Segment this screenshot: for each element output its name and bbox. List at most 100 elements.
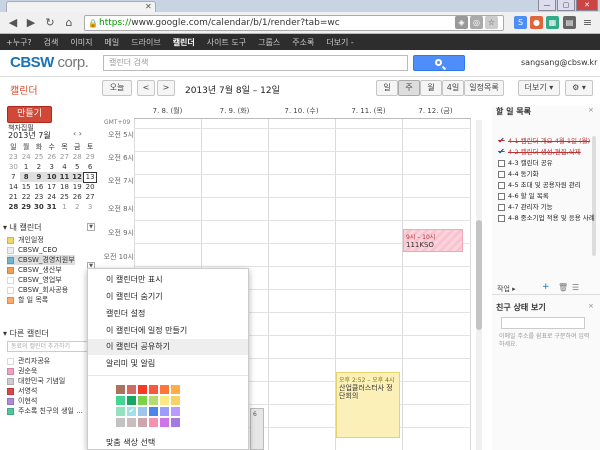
mini-day[interactable]: 9 xyxy=(32,172,46,182)
check-icon[interactable]: ✔ xyxy=(498,148,505,156)
address-bar[interactable]: 🔒 https://www.google.com/calendar/b/1/ren… xyxy=(84,15,504,31)
view-month[interactable]: 월 xyxy=(420,80,442,96)
mini-day[interactable]: 29 xyxy=(84,152,97,162)
color-swatch-option[interactable] xyxy=(138,385,147,394)
mini-day[interactable]: 8 xyxy=(19,172,33,182)
calendar-item[interactable]: 관리자공유 xyxy=(7,356,83,366)
forward-icon[interactable]: ▶ xyxy=(24,16,38,30)
calendar-item[interactable]: CBSW_CEO xyxy=(7,245,75,255)
extension-icon[interactable]: S xyxy=(514,16,527,29)
mini-day[interactable]: 11 xyxy=(58,172,71,182)
close-window-button[interactable]: ✕ xyxy=(576,0,598,11)
menu-item-settings[interactable]: 캘린더 설정 xyxy=(88,306,248,322)
color-swatch-option[interactable] xyxy=(160,385,169,394)
task-actions-button[interactable]: 작업 ▸ xyxy=(497,284,516,294)
mini-day[interactable]: 27 xyxy=(84,192,97,202)
gbar-item[interactable]: 메일 xyxy=(105,37,120,48)
task-item[interactable]: ✔ 4-1 캠린더 개요 4월 1일 (월) xyxy=(498,137,596,146)
gbar-item[interactable]: 검색 xyxy=(44,37,59,48)
task-item[interactable]: 4-4 동기화 xyxy=(498,170,596,178)
color-swatch-option[interactable] xyxy=(171,396,180,405)
calendar-item[interactable]: 이현석 xyxy=(7,396,83,406)
task-item[interactable]: 4-8 중소기업 적용 및 응용 사례 xyxy=(498,214,596,222)
mini-day[interactable]: 30 xyxy=(7,162,20,172)
create-button[interactable]: 만들기 xyxy=(7,106,52,123)
extension-icon[interactable]: ● xyxy=(530,16,543,29)
mini-day[interactable]: 15 xyxy=(20,182,33,192)
color-swatch-option[interactable] xyxy=(116,396,125,405)
color-swatch-option[interactable]: ✔ xyxy=(127,407,136,416)
task-checkbox[interactable] xyxy=(498,182,505,189)
task-checkbox[interactable] xyxy=(498,215,505,222)
settings-button[interactable]: ⚙ ▾ xyxy=(565,80,593,96)
extension-icon[interactable]: ◈ xyxy=(455,16,468,29)
star-icon[interactable]: ☆ xyxy=(485,16,498,29)
extension-icon[interactable]: ◎ xyxy=(470,16,483,29)
mini-day[interactable]: 24 xyxy=(45,192,58,202)
friend-email-input[interactable] xyxy=(501,317,585,329)
mini-day[interactable]: 1 xyxy=(20,162,33,172)
reload-icon[interactable]: ↻ xyxy=(43,16,57,30)
color-swatch-option[interactable] xyxy=(149,407,158,416)
color-swatch-option[interactable] xyxy=(149,418,158,427)
mini-day[interactable]: 24 xyxy=(20,152,33,162)
mini-day[interactable]: 30 xyxy=(33,202,46,212)
gbar-item[interactable]: 드라이브 xyxy=(131,37,160,48)
task-item[interactable]: 4-6 할 일 목록 xyxy=(498,192,596,200)
delete-task-icon[interactable]: 🗑 xyxy=(558,283,568,292)
calendar-item[interactable]: CBSW_영업부 xyxy=(7,275,75,285)
color-swatch-option[interactable] xyxy=(171,407,180,416)
tasks-close-icon[interactable]: × xyxy=(588,106,594,114)
task-item[interactable]: 4-7 관리자 기능 xyxy=(498,203,596,211)
gbar-item[interactable]: 더보기 - xyxy=(326,37,354,48)
gbar-item[interactable]: 주소록 xyxy=(292,37,314,48)
mini-day[interactable]: 14 xyxy=(7,182,20,192)
calendar-event[interactable]: 9시 – 10시 111KSO xyxy=(403,229,463,252)
custom-color-link[interactable]: 맞춤 색상 선택 xyxy=(106,437,155,448)
color-swatch-option[interactable] xyxy=(149,385,158,394)
my-calendars-heading[interactable]: ▾ 내 캘린더 xyxy=(3,222,42,233)
calendar-item[interactable]: 대한민국 기념일 xyxy=(7,376,83,386)
user-email[interactable]: sangsang@cbsw.kr xyxy=(521,58,597,67)
mini-day-today[interactable]: 13 xyxy=(83,171,97,183)
color-swatch-option[interactable] xyxy=(116,385,125,394)
mini-day[interactable]: 26 xyxy=(71,192,84,202)
mini-day[interactable]: 31 xyxy=(45,202,58,212)
view-week[interactable]: 주 xyxy=(398,80,420,96)
menu-item-create-event[interactable]: 이 캘린더에 일정 만들기 xyxy=(88,323,248,339)
gbar-item[interactable]: 이미지 xyxy=(70,37,92,48)
mini-day[interactable]: 26 xyxy=(45,152,58,162)
mini-day[interactable]: 16 xyxy=(33,182,46,192)
mini-day[interactable]: 21 xyxy=(7,192,20,202)
calendar-event[interactable]: 오후 2:52 – 오후 4시 산업클러스터사 정단회의 xyxy=(336,372,400,438)
mini-day[interactable]: 3 xyxy=(84,202,97,212)
color-swatch-option[interactable] xyxy=(116,418,125,427)
view-agenda[interactable]: 일정목록 xyxy=(464,80,504,96)
tab-close-icon[interactable]: ✕ xyxy=(145,2,152,11)
task-checkbox[interactable] xyxy=(498,193,505,200)
mini-day[interactable]: 10 xyxy=(45,172,59,182)
calendar-item-selected[interactable]: CBSW_경영지원부 xyxy=(7,255,75,265)
day-header[interactable]: 7. 10. (수) xyxy=(268,106,335,116)
add-task-icon[interactable]: + xyxy=(542,282,550,292)
color-swatch-option[interactable] xyxy=(127,385,136,394)
mini-day[interactable]: 2 xyxy=(71,202,84,212)
today-button[interactable]: 오늘 xyxy=(102,80,132,96)
home-icon[interactable]: ⌂ xyxy=(62,16,76,30)
mini-day[interactable]: 18 xyxy=(58,182,71,192)
calendar-item[interactable]: 권순욱 xyxy=(7,366,83,376)
my-calendars-menu-icon[interactable]: ▼ xyxy=(87,223,95,231)
mini-day[interactable]: 28 xyxy=(71,152,84,162)
mini-day[interactable]: 22 xyxy=(20,192,33,202)
friends-close-icon[interactable]: × xyxy=(588,302,594,310)
next-button[interactable]: > xyxy=(157,80,175,96)
mini-day[interactable]: 12 xyxy=(70,172,84,182)
task-checkbox[interactable] xyxy=(498,171,505,178)
color-swatch-option[interactable] xyxy=(138,418,147,427)
menu-item-show-only[interactable]: 이 캘린더만 표시 xyxy=(88,272,248,288)
back-icon[interactable]: ◀ xyxy=(6,16,20,30)
mini-day[interactable]: 7 xyxy=(7,172,20,182)
gbar-item[interactable]: 그룹스 xyxy=(258,37,280,48)
color-swatch-option[interactable] xyxy=(138,407,147,416)
other-calendars-heading[interactable]: ▾ 다른 캘린더 xyxy=(3,328,49,339)
